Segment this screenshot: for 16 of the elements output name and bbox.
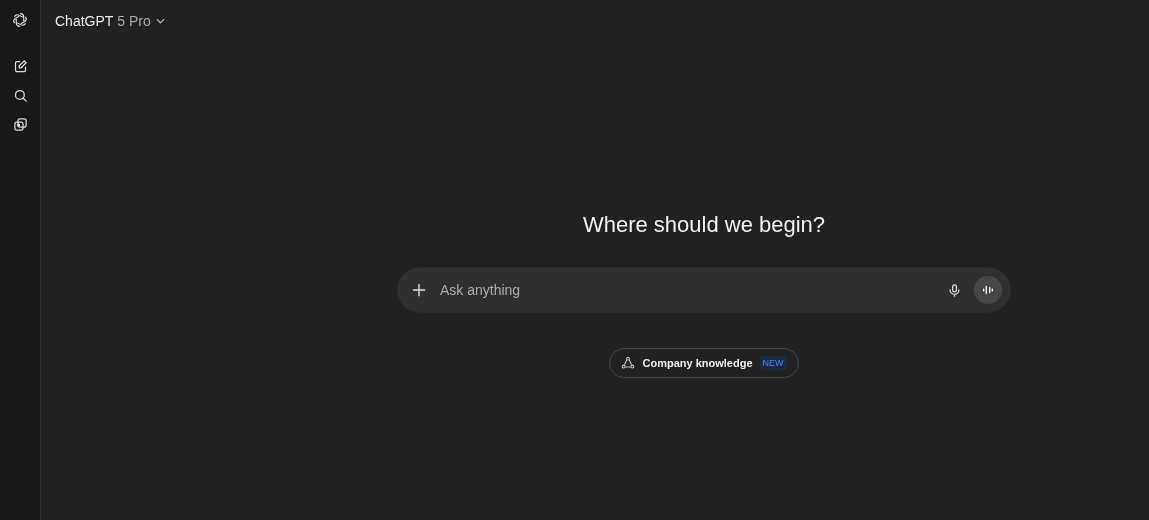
- prompt-input[interactable]: Ask anything: [398, 268, 1010, 312]
- company-knowledge-button[interactable]: Company knowledge NEW: [609, 348, 799, 378]
- microphone-icon[interactable]: [947, 282, 962, 298]
- new-badge: NEW: [759, 356, 787, 370]
- images-icon[interactable]: [12, 117, 28, 132]
- model-selector[interactable]: ChatGPT 5 Pro: [55, 13, 165, 29]
- connections-icon: [621, 356, 636, 370]
- search-icon[interactable]: [12, 88, 28, 103]
- plus-icon[interactable]: [412, 283, 426, 297]
- new-chat-icon[interactable]: [12, 59, 28, 74]
- chevron-down-icon[interactable]: [155, 18, 165, 24]
- voice-button[interactable]: [974, 276, 1002, 304]
- logo-icon[interactable]: [11, 11, 29, 29]
- heading: Where should we begin?: [582, 212, 826, 238]
- waveform-icon[interactable]: [981, 283, 995, 297]
- prompt-field[interactable]: Ask anything: [438, 281, 935, 299]
